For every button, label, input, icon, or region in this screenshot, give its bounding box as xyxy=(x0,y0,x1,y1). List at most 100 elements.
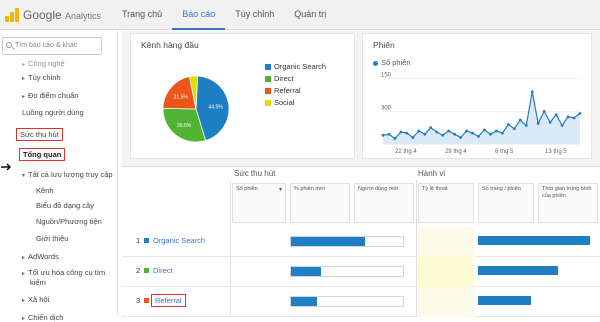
search-placeholder: Tìm báo cáo & khác xyxy=(15,42,78,49)
sidebar-item-user-flow[interactable]: Luồng người dùng xyxy=(22,108,84,117)
caret-right-icon: ▸ xyxy=(22,94,26,100)
nav-admin[interactable]: Quản trị xyxy=(284,0,336,30)
logo-brand: Google xyxy=(23,8,62,22)
pct-new-bar xyxy=(290,266,404,277)
caret-right-icon: ▸ xyxy=(22,271,26,277)
pct-new-bar xyxy=(290,296,404,307)
data-point xyxy=(447,129,451,133)
col-bounce-rate[interactable]: Tỷ lệ thoát xyxy=(418,183,474,223)
caret-right-icon: ▸ xyxy=(22,298,26,304)
legend-organic-search[interactable]: Organic Search xyxy=(265,62,326,71)
y-tick-label: 150 xyxy=(381,73,392,79)
legend-direct[interactable]: Direct xyxy=(265,74,294,83)
sidebar-item-campaigns[interactable]: ▸ Chiến dịch xyxy=(22,313,63,322)
data-point xyxy=(536,121,540,125)
sidebar-item-overview[interactable]: Tổng quan xyxy=(19,148,66,161)
logo-product: Analytics xyxy=(65,11,102,21)
x-tick-label: 29 thg 4 xyxy=(445,149,467,155)
pie-label: 30.0% xyxy=(177,123,192,129)
group-acquisition: Sức thu hút xyxy=(234,169,276,178)
report-main: Kênh hàng đầu 44.5% 30.0% 21.5% Organic Se… xyxy=(122,31,600,317)
caret-down-icon: ▾ xyxy=(22,173,26,179)
legend-swatch xyxy=(265,100,271,107)
data-point xyxy=(411,136,415,139)
col-pct-new[interactable]: % phiên mới xyxy=(290,183,350,223)
row-swatch xyxy=(144,238,149,243)
col-pages-session[interactable]: Số trang / phiên xyxy=(478,183,534,223)
row-channel-link[interactable]: Referral xyxy=(151,294,186,307)
data-point xyxy=(548,120,552,124)
caret-right-icon: ▸ xyxy=(22,255,26,261)
data-point xyxy=(566,115,570,119)
table-row[interactable]: 2 Direct xyxy=(122,257,600,287)
sidebar-item-source-medium[interactable]: Nguồn/Phương tiện xyxy=(36,217,102,226)
nav-home[interactable]: Trang chủ xyxy=(112,0,172,30)
col-new-users[interactable]: Người dùng mới xyxy=(354,183,414,223)
row-index: 1 xyxy=(136,236,141,245)
sessions-line-chart[interactable]: 300 150 22 thg 4 29 thg 4 6 thg 5 13 thg 5 xyxy=(365,66,590,158)
pct-new-fill xyxy=(291,267,322,276)
sidebar-item-custom[interactable]: ▸ Tùy chỉnh xyxy=(22,73,61,82)
legend-swatch xyxy=(265,64,271,71)
data-point xyxy=(489,132,492,136)
channels-pie-chart[interactable]: 44.5% 30.0% 21.5% xyxy=(161,74,231,144)
pages-bar xyxy=(478,236,596,247)
highlight-cell xyxy=(418,227,474,257)
col-avg-duration[interactable]: Thời gian trung bình của phiên xyxy=(538,183,598,223)
arrow-right-icon xyxy=(1,163,12,171)
table-row[interactable]: 1 Organic Search xyxy=(122,227,600,257)
table-row[interactable]: 3 Referral xyxy=(122,287,600,317)
sidebar-item-acquisition[interactable]: Sức thu hút xyxy=(16,128,63,141)
legend-social[interactable]: Social xyxy=(265,98,294,107)
sidebar-item-benchmarks[interactable]: ▸ Đo điểm chuẩn xyxy=(22,91,78,100)
caret-right-icon: ▸ xyxy=(22,62,26,68)
pct-new-bar xyxy=(290,236,404,247)
data-point xyxy=(471,131,474,135)
nav-customization[interactable]: Tùy chỉnh xyxy=(225,0,284,30)
sidebar-item-all-traffic[interactable]: ▾ Tất cả lưu lượng truy cập xyxy=(22,170,113,179)
sidebar-item-social[interactable]: ▸ Xã hội xyxy=(22,295,49,304)
legend-swatch xyxy=(265,76,271,83)
data-point xyxy=(399,130,403,134)
group-behavior: Hành vi xyxy=(418,169,446,178)
search-input[interactable]: Tìm báo cáo & khác xyxy=(2,37,102,55)
col-sessions[interactable]: Số phiên ▾ xyxy=(232,183,286,223)
sessions-card: Phiên Số phiên 300 150 22 thg 4 29 thg 46 t… xyxy=(362,33,592,159)
data-point xyxy=(554,113,558,117)
google-analytics-logo[interactable]: Google Analytics xyxy=(4,4,101,26)
top-channels-card: Kênh hàng đầu 44.5% 30.0% 21.5% Organic Se… xyxy=(130,33,355,159)
data-point xyxy=(423,132,427,136)
data-point xyxy=(512,127,516,131)
pages-bar xyxy=(478,296,596,307)
sidebar-item-technology[interactable]: ▸ Công nghệ xyxy=(22,59,65,68)
sidebar-item-treemaps[interactable]: Biểu đồ dạng cây xyxy=(36,201,94,210)
sidebar-item-seo[interactable]: ▸ Tối ưu hóa công cụ tìm xyxy=(22,268,105,277)
channels-table: Sức thu hút Hành vi Số phiên ▾ % phiên mớ… xyxy=(122,166,600,317)
sidebar-item-adwords[interactable]: ▸ AdWords xyxy=(22,252,59,261)
sessions-title: Phiên xyxy=(373,40,395,50)
pages-fill xyxy=(478,266,559,275)
data-point xyxy=(495,129,498,133)
analytics-logo-icon xyxy=(4,7,20,23)
data-point xyxy=(518,118,522,122)
row-channel-link[interactable]: Organic Search xyxy=(153,236,205,245)
pct-new-fill xyxy=(291,237,365,246)
sidebar-item-seo-cont[interactable]: kiếm xyxy=(30,278,46,287)
data-point xyxy=(405,131,409,135)
top-bar: Google Analytics Trang chủ Báo cáo Tùy c… xyxy=(0,0,600,30)
row-swatch xyxy=(144,298,149,303)
x-tick-label: 22 thg 4 xyxy=(395,149,417,155)
nav-reports[interactable]: Báo cáo xyxy=(172,0,226,30)
x-tick-label: 6 thg 5 xyxy=(495,149,514,155)
data-point xyxy=(500,131,504,135)
row-swatch xyxy=(144,268,149,273)
legend-referral[interactable]: Referral xyxy=(265,86,301,95)
pie-label: 21.5% xyxy=(174,94,189,100)
data-point xyxy=(441,133,445,137)
data-point xyxy=(459,136,463,139)
pct-new-fill xyxy=(291,297,317,306)
data-point xyxy=(530,90,534,94)
sidebar-item-referrals[interactable]: Giới thiệu xyxy=(36,234,68,243)
sidebar-item-channels[interactable]: Kênh xyxy=(36,186,54,195)
row-channel-link[interactable]: Direct xyxy=(153,266,173,275)
